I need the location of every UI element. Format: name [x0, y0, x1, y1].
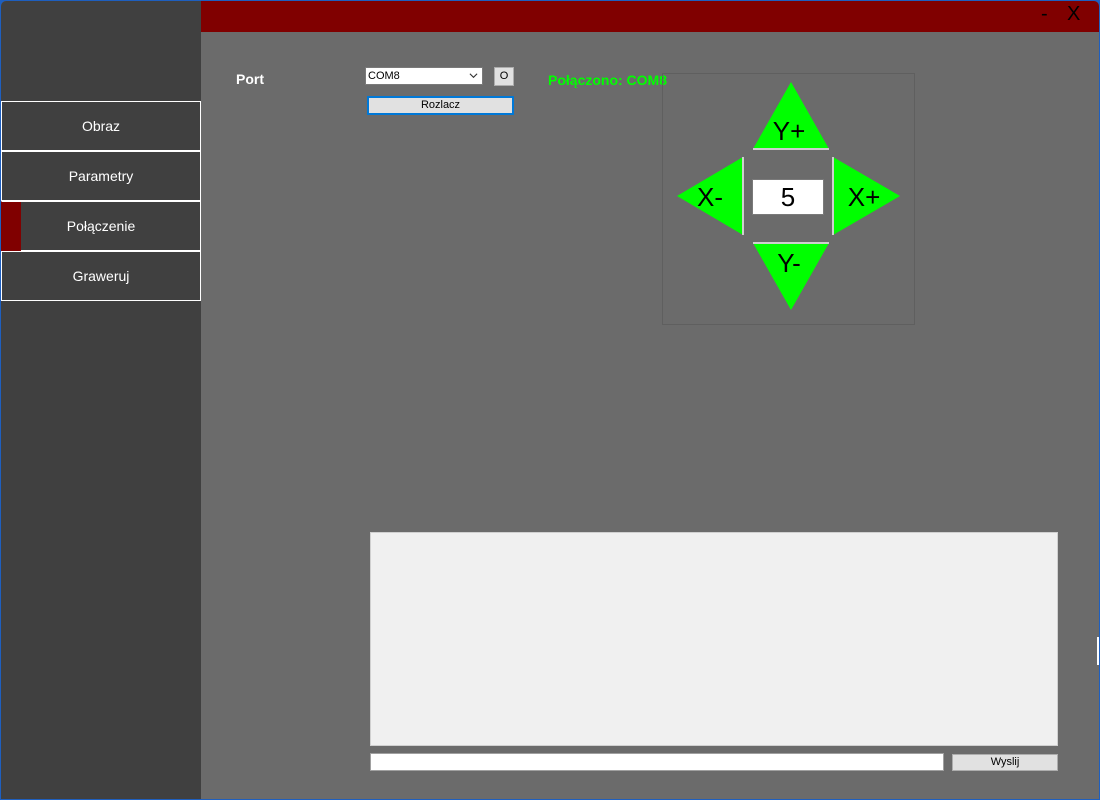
jog-y-minus-button[interactable]: Y-: [753, 242, 829, 310]
jog-y-minus-label: Y-: [777, 248, 801, 278]
jog-x-minus-button[interactable]: X-: [677, 157, 744, 235]
jog-x-plus-label: X+: [848, 182, 881, 212]
send-button[interactable]: Wyslij: [952, 754, 1058, 771]
console-log[interactable]: [370, 532, 1058, 746]
jog-y-plus-button[interactable]: Y+: [753, 82, 829, 150]
step-size-input[interactable]: 5: [752, 179, 824, 215]
app-window: Obraz Parametry Połączenie Graweruj - X …: [0, 0, 1100, 800]
jog-x-plus-button[interactable]: X+: [832, 157, 900, 235]
command-input[interactable]: [370, 753, 944, 771]
jog-x-minus-label: X-: [697, 182, 723, 212]
jog-y-plus-label: Y+: [773, 116, 806, 146]
